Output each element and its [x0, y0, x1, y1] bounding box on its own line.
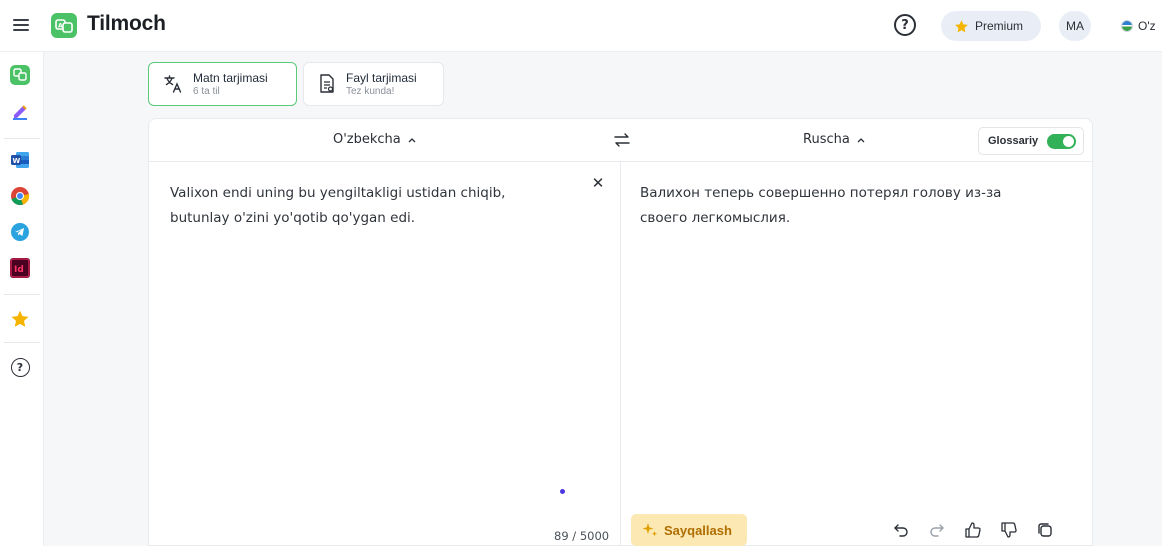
sidebar-divider — [4, 294, 40, 295]
tab-file-translation[interactable]: Fayl tarjimasi Tez kunda! — [303, 62, 444, 106]
chrome-icon[interactable] — [9, 185, 31, 207]
brand-name: Tilmoch — [87, 12, 166, 35]
glossary-label: Glossariy — [988, 135, 1039, 147]
svg-text:Id: Id — [14, 265, 24, 275]
glossary-toggle[interactable] — [1047, 133, 1077, 149]
language-bar: O'zbekcha Ruscha Glossariy — [149, 119, 1092, 162]
premium-button[interactable]: Premium — [941, 11, 1041, 41]
edit-pen-icon[interactable] — [9, 100, 31, 122]
copy-icon[interactable] — [1034, 519, 1056, 541]
tab-text-translation[interactable]: Matn tarjimasi 6 ta til — [148, 62, 297, 106]
file-icon — [320, 74, 334, 93]
svg-text:W: W — [13, 157, 21, 165]
help-icon[interactable]: ? — [9, 356, 31, 378]
ui-language-selector[interactable]: O'z — [1121, 17, 1156, 35]
glossary-control: Glossariy — [978, 127, 1084, 155]
tab-subtitle: Tez kunda! — [346, 85, 395, 97]
chevron-up-icon — [408, 137, 416, 142]
tab-title: Matn tarjimasi — [193, 70, 268, 85]
premium-label: Premium — [975, 19, 1024, 33]
thumbs-up-icon[interactable] — [962, 519, 984, 541]
telegram-icon[interactable] — [9, 221, 31, 243]
help-icon[interactable]: ? — [894, 14, 916, 36]
tilmoch-app-icon[interactable] — [9, 64, 31, 86]
undo-icon[interactable] — [890, 519, 912, 541]
menu-icon[interactable] — [13, 17, 29, 33]
avatar[interactable]: MA — [1059, 11, 1091, 41]
pane-divider — [620, 162, 621, 546]
top-header: A Tilmoch ? Premium MA O'z — [0, 0, 1162, 52]
word-icon[interactable]: W — [9, 149, 31, 171]
target-language-selector[interactable]: Ruscha — [803, 132, 865, 147]
polish-label: Sayqallash — [664, 522, 732, 538]
translator-panel: O'zbekcha Ruscha Glossariy Valixon endi … — [148, 118, 1093, 546]
sidebar-divider — [4, 342, 40, 343]
star-icon — [955, 19, 968, 32]
status-dot — [560, 489, 565, 494]
sidebar-divider — [4, 138, 40, 139]
target-language-label: Ruscha — [803, 132, 850, 147]
tab-subtitle: 6 ta til — [193, 85, 220, 97]
ui-language-label: O'z — [1138, 19, 1156, 33]
chevron-up-icon — [857, 137, 865, 142]
svg-text:A: A — [58, 22, 63, 29]
indesign-icon[interactable]: Id — [9, 257, 31, 279]
favorites-star-icon[interactable] — [9, 308, 31, 330]
left-sidebar: W Id ? — [0, 52, 44, 546]
uzbek-flag-icon — [1121, 20, 1133, 32]
logo-icon: A — [51, 13, 77, 38]
polish-button[interactable]: Sayqallash — [631, 514, 747, 546]
source-language-label: O'zbekcha — [333, 132, 401, 147]
tab-title: Fayl tarjimasi — [346, 70, 417, 85]
thumbs-down-icon[interactable] — [998, 519, 1020, 541]
clear-text-button[interactable]: ✕ — [590, 174, 606, 192]
character-counter: 89 / 5000 — [554, 529, 610, 543]
source-text-input[interactable]: Valixon endi uning bu yengiltakligi usti… — [170, 181, 560, 231]
translate-icon — [164, 75, 182, 93]
swap-languages-icon[interactable] — [612, 130, 632, 150]
source-language-selector[interactable]: O'zbekcha — [333, 132, 416, 147]
redo-icon[interactable] — [926, 519, 948, 541]
sparkle-icon — [642, 523, 658, 537]
translation-output: Валихон теперь совершенно потерял голову… — [640, 185, 1002, 226]
